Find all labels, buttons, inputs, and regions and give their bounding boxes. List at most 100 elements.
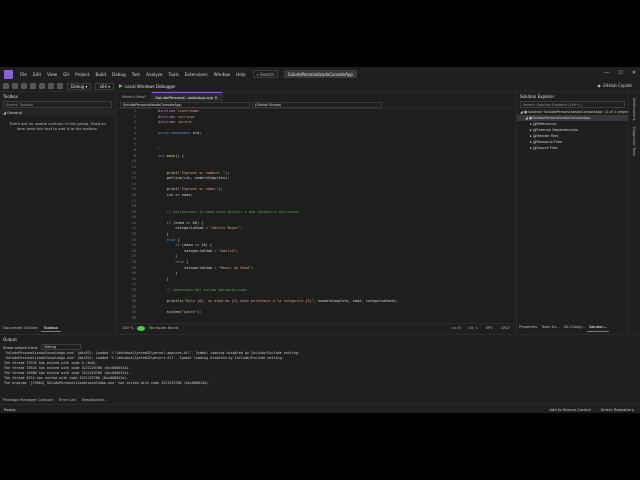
copilot-label: GitHub Copilot [602,83,632,88]
no-issues-icon [137,325,146,331]
toolbox-panel: Toolbox Search Toolbox ◢ General There a… [0,92,116,332]
menu-edit[interactable]: Edit [30,72,44,77]
toolbox-group-label: General [7,109,23,115]
solution-tree: ◢ ▣ Solution 'SaludoPersonalizadoConsole… [517,109,632,151]
side-tab-notifications[interactable]: Notifications [632,98,636,121]
menu-git[interactable]: Git [60,72,72,77]
solution-tree-item-label: External Dependencies [536,128,578,132]
menu-view[interactable]: View [44,72,60,77]
scope-dropdown[interactable]: (Global Scope) [252,101,382,108]
tab-solution-explorer[interactable]: Solution... [586,324,610,332]
menu-project[interactable]: Project [72,72,92,77]
solution-tree-item-label: Header Files [536,134,559,138]
copilot-icon: ◉ [597,83,601,88]
output-source-dropdown[interactable]: Debug [41,344,82,350]
solution-tree-item[interactable]: ▸ ▤ Source Files [517,145,628,151]
toolbox-empty-message: There are no usable controls in this gro… [9,121,106,131]
code-text-area[interactable]: 1 #include <iostream> 2 #include <string> 3 #… [118,109,514,323]
code-line[interactable]: 38 [118,316,514,322]
tab-toolbox[interactable]: Toolbox [40,324,61,332]
tab-properties[interactable]: Properties [517,324,539,332]
bottom-panel-tabs: Package Manager Console Error List Break… [0,396,640,404]
issues-text[interactable]: No issues found [145,326,182,330]
tab-source-file[interactable]: SaludoPersonal...aodoApp.cpp ✕ [151,92,223,101]
start-debugging-button[interactable]: Local Windows Debugger [119,84,176,89]
tab-git-changes[interactable]: Git Chang... [562,324,587,332]
solution-tree-item-label: Source Files [536,146,558,150]
configuration-value: Debug [71,83,85,89]
solution-title-badge: SaludoPersonalizadoConsoleApp [283,70,357,78]
tab-close-icon[interactable]: ✕ [214,95,217,100]
new-item-icon[interactable] [21,83,27,89]
status-bar: Ready Add to Source Control Select Repos… [0,404,640,413]
code-editor: What's New? SaludoPersonal...aodoApp.cpp… [118,92,514,332]
output-panel: Output Show output from: Debug 'SaludoPe… [0,334,640,396]
solution-bottom-tabs: Properties Team Ex... Git Chang... Solut… [517,324,629,332]
solution-tree-item-label: References [536,122,557,126]
document-tabs: What's New? SaludoPersonal...aodoApp.cpp… [118,92,514,101]
whitespace-indicator: SPC [485,326,493,330]
solution-tree-item-label: Resource Files [536,140,562,144]
platform-dropdown[interactable]: x64 ▾ [95,82,115,90]
redo-icon[interactable] [57,83,63,89]
tab-package-manager-console[interactable]: Package Manager Console [0,396,56,404]
solution-icon: ◢ ▣ [520,110,528,114]
select-repository-button[interactable]: Select Repository [601,407,634,412]
tab-source-file-label: SaludoPersonal...aodoApp.cpp [155,94,214,100]
undo-icon[interactable] [48,83,54,89]
project-dropdown[interactable]: SaludoPersonalizadoConsoleApp [120,101,250,108]
visual-studio-logo-icon [4,69,13,79]
maximize-button[interactable]: ☐ [618,70,622,76]
platform-value: x64 [99,83,107,89]
global-search-box[interactable]: ⌕ Search [252,70,278,78]
toolbox-title: Toolbox [3,93,18,99]
solution-explorer-panel: Solution Explorer Search Solution Explor… [516,92,632,332]
editor-status-bar: 100 % No issues found Ln: 8 Ch: 1 SPC CR… [118,323,514,332]
menu-test[interactable]: Test [129,72,143,77]
add-to-source-control-button[interactable]: Add to Source Control [549,407,591,412]
column-indicator: Ch: 1 [468,326,478,330]
github-copilot-button[interactable]: ◉ GitHub Copilot [597,83,632,88]
menu-file[interactable]: File [17,72,30,77]
menu-help[interactable]: Help [233,72,249,77]
menu-window[interactable]: Window [211,72,234,77]
toolbox-bottom-tabs: Document Outline Toolbox [0,324,116,332]
tab-whats-new[interactable]: What's New? [118,92,152,101]
minimize-button[interactable]: — [604,70,609,76]
main-toolbar: Debug ▾ x64 ▾ Local Windows Debugger ◉ G… [0,81,640,92]
tab-team-explorer[interactable]: Team Ex... [539,324,561,332]
forward-icon[interactable] [12,83,18,89]
navigation-bar: SaludoPersonalizadoConsoleApp (Global Sc… [118,101,514,109]
close-button[interactable]: ✕ [632,70,636,76]
solution-tree-item-label: SaludoPersonalizadoConsoleApp [532,116,591,120]
solution-tree-item-label: Solution 'SaludoPersonalizadoConsoleApp'… [527,110,632,114]
tab-breakpoints[interactable]: Breakpoints [79,396,108,404]
window-controls: — ☐ ✕ [604,70,636,76]
line-indicator: Ln: 8 [451,326,461,330]
search-label: Search [260,71,274,77]
line-number: 38 [131,315,136,320]
configuration-dropdown[interactable]: Debug ▾ [67,82,92,90]
zoom-level[interactable]: 100 % [118,326,137,330]
run-label: Local Windows Debugger [125,83,176,89]
tab-document-outline[interactable]: Document Outline [0,324,41,332]
title-bar: File Edit View Git Project Build Debug T… [0,67,640,81]
output-text[interactable]: 'SaludoPersonalizadoConsoleApp.exe' (Win… [0,351,640,386]
output-line: The program '[19064] SaludoPersonalizado… [4,381,211,385]
menu-debug[interactable]: Debug [109,72,129,77]
save-all-icon[interactable] [39,83,45,89]
tab-error-list[interactable]: Error List [56,396,79,404]
output-toolbar: Show output from: Debug [0,343,640,351]
back-icon[interactable] [3,83,9,89]
side-tab-diagnostic-tools[interactable]: Diagnostic Tools [632,127,636,156]
menu-tools[interactable]: Tools [166,72,182,77]
solution-search-input[interactable]: Search Solution Explorer (Ctrl+;) [520,101,625,108]
line-ending-indicator[interactable]: CRLF [497,326,514,330]
project-icon: ◢ ▣ [525,116,533,120]
menu-build[interactable]: Build [92,72,109,77]
solution-explorer-title: Solution Explorer [520,93,555,99]
toolbox-search-input[interactable]: Search Toolbox [3,101,112,108]
menu-extensions[interactable]: Extensions [182,72,211,77]
menu-analyze[interactable]: Analyze [143,72,166,77]
save-icon[interactable] [30,83,36,89]
